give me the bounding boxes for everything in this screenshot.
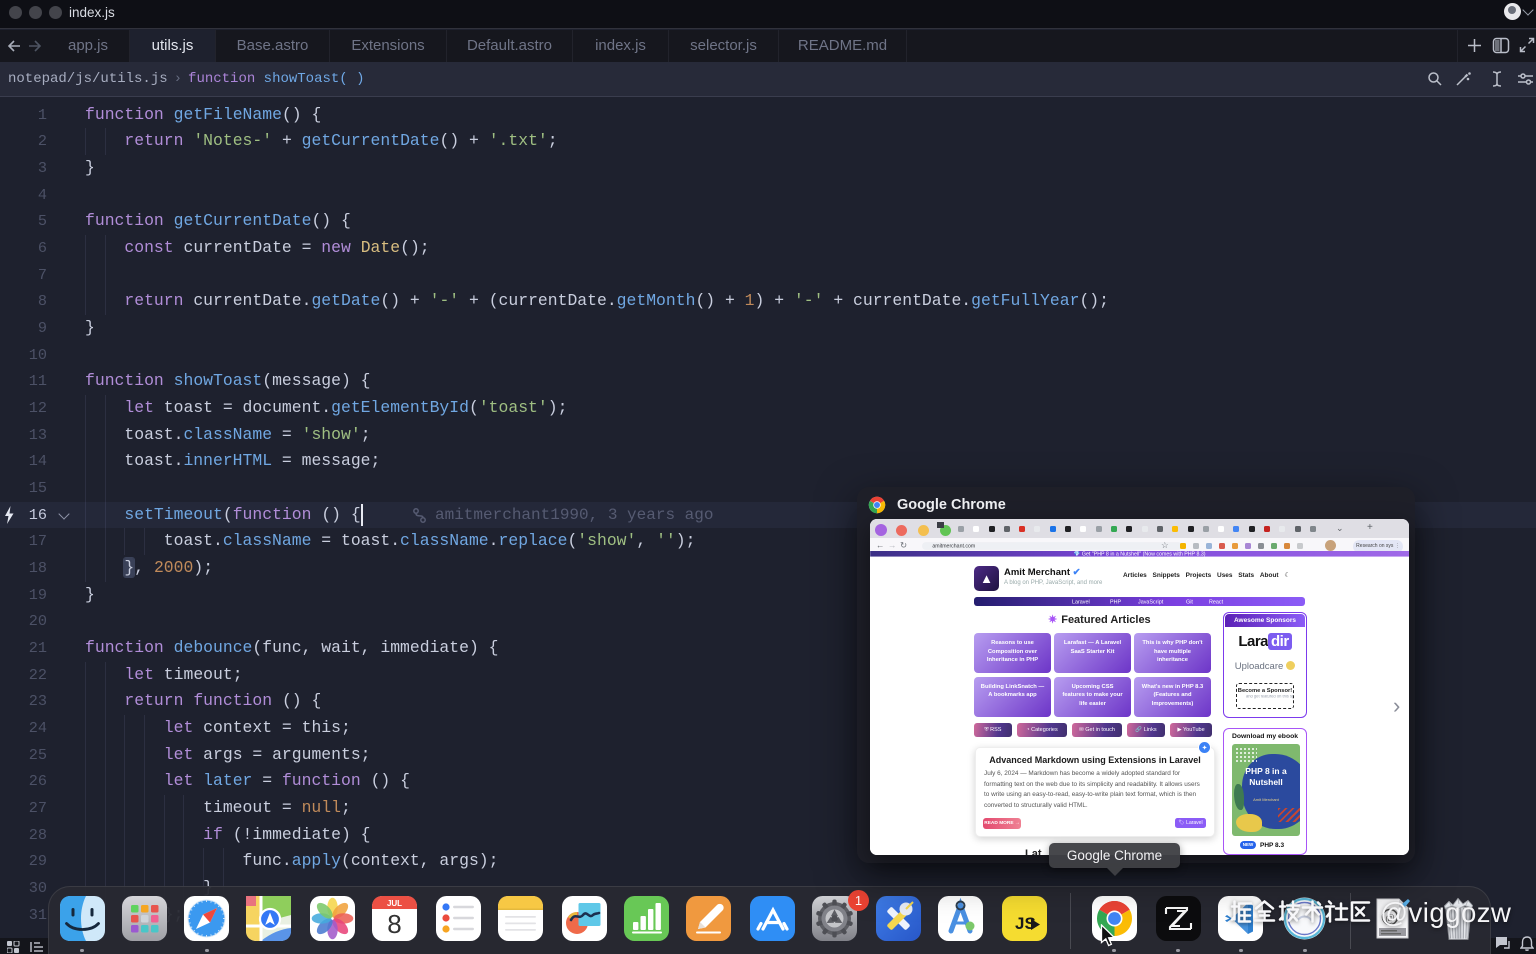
svg-text:8: 8	[387, 909, 401, 939]
svg-text:JUL: JUL	[387, 899, 402, 908]
